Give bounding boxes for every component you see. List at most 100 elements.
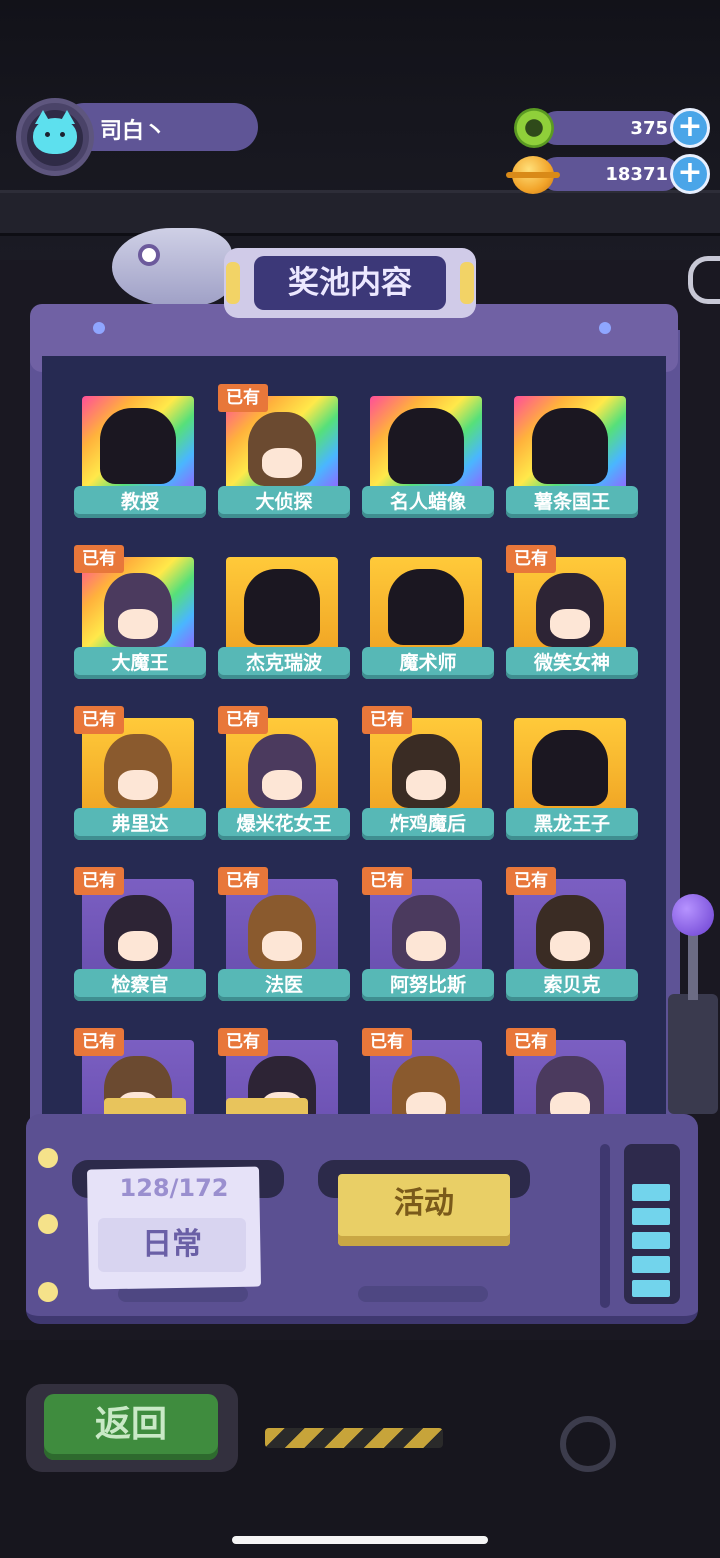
character-silhouette-icon xyxy=(388,408,464,484)
character-card[interactable]: 检察官 已有 xyxy=(72,849,206,1001)
character-card[interactable]: 爆米花女王 已有 xyxy=(216,688,350,840)
character-grid[interactable]: 教授 大侦探 已有 名人蜡像 薯条国王 大魔王 已有 杰克瑞波 魔术师 微笑女神 已有 弗里达 已有 爆米… xyxy=(42,356,666,1116)
owned-badge: 已有 xyxy=(74,545,124,573)
character-card[interactable]: 已有 xyxy=(504,1010,626,1116)
character-silhouette-icon xyxy=(388,569,464,645)
meter-bar xyxy=(632,1256,670,1273)
character-name: 阿努比斯 xyxy=(389,974,466,996)
character-portrait xyxy=(370,396,482,494)
hazard-stripe xyxy=(265,1428,443,1448)
character-name: 大魔王 xyxy=(111,652,169,674)
daily-collection-count: 128/172 xyxy=(119,1174,229,1202)
character-name: 杰克瑞波 xyxy=(245,652,322,674)
character-name: 微笑女神 xyxy=(533,652,610,674)
character-name: 索贝克 xyxy=(543,974,601,996)
background-shelf xyxy=(0,190,720,236)
currency-value-gold: 18371 xyxy=(605,164,668,185)
owned-badge: 已有 xyxy=(218,706,268,734)
character-card[interactable]: 教授 xyxy=(72,366,206,518)
character-portrait xyxy=(82,396,194,494)
add-green-currency-button[interactable]: + xyxy=(670,108,710,148)
character-card[interactable]: 阿努比斯 已有 xyxy=(360,849,494,1001)
tab-event[interactable]: 活动 xyxy=(338,1174,510,1246)
character-silhouette-icon xyxy=(100,408,176,484)
owned-badge: 已有 xyxy=(218,1028,268,1056)
character-card[interactable]: 微笑女神 已有 xyxy=(504,527,638,679)
character-face-icon xyxy=(392,734,460,808)
meter-bar xyxy=(632,1208,670,1225)
character-card[interactable]: 索贝克 已有 xyxy=(504,849,638,1001)
owned-badge: 已有 xyxy=(506,867,556,895)
character-face-icon xyxy=(248,412,316,486)
character-silhouette-icon xyxy=(532,730,608,806)
add-gold-currency-button[interactable]: + xyxy=(670,154,710,194)
fish-eye-icon xyxy=(138,244,160,266)
character-portrait xyxy=(370,557,482,655)
meter-bar xyxy=(632,1184,670,1201)
side-clip-icon[interactable] xyxy=(688,256,720,304)
character-name: 爆米花女王 xyxy=(236,813,332,835)
cat-avatar-icon xyxy=(33,110,77,154)
character-face-icon xyxy=(536,895,604,969)
meter-bar xyxy=(632,1280,670,1297)
character-face-icon xyxy=(248,895,316,969)
lever-handle[interactable] xyxy=(672,894,714,936)
character-face-icon xyxy=(104,734,172,808)
character-face-icon xyxy=(392,895,460,969)
character-name: 弗里达 xyxy=(111,813,169,835)
character-face-icon xyxy=(248,734,316,808)
character-face-icon xyxy=(392,1056,460,1116)
character-name: 薯条国王 xyxy=(533,491,610,513)
character-name: 炸鸡魔后 xyxy=(389,813,466,835)
owned-badge: 已有 xyxy=(74,1028,124,1056)
character-card[interactable]: 法医 已有 xyxy=(216,849,350,1001)
character-face-icon xyxy=(104,573,172,647)
character-card[interactable]: 魔术师 xyxy=(360,527,494,679)
character-card[interactable]: 炸鸡魔后 已有 xyxy=(360,688,494,840)
character-name: 大侦探 xyxy=(255,491,313,513)
owned-badge: 已有 xyxy=(218,867,268,895)
character-name: 教授 xyxy=(120,491,159,513)
character-face-icon xyxy=(536,1056,604,1116)
owned-badge: 已有 xyxy=(506,545,556,573)
rivet-icon xyxy=(599,322,611,334)
page-title: 奖池内容 xyxy=(254,256,446,310)
character-face-icon xyxy=(104,895,172,969)
character-card[interactable]: 弗里达 已有 xyxy=(72,688,206,840)
character-card[interactable]: 薯条国王 xyxy=(504,366,638,518)
character-portrait xyxy=(514,718,626,816)
owned-badge: 已有 xyxy=(74,706,124,734)
slot-line xyxy=(358,1286,488,1302)
home-indicator[interactable] xyxy=(232,1536,488,1544)
owned-badge: 已有 xyxy=(218,384,268,412)
gold-planet-coin-icon xyxy=(506,156,560,194)
bolt-icon xyxy=(38,1282,58,1302)
decorative-wheel xyxy=(560,1416,616,1472)
green-donut-coin-icon xyxy=(514,108,554,148)
character-card[interactable]: 名人蜡像 xyxy=(360,366,494,518)
character-card[interactable]: 大侦探 已有 xyxy=(216,366,350,518)
title-cap-left xyxy=(226,262,240,304)
owned-badge: 已有 xyxy=(362,706,412,734)
character-card[interactable]: 已有 xyxy=(360,1010,482,1116)
character-silhouette-icon xyxy=(532,408,608,484)
owned-badge: 已有 xyxy=(506,1028,556,1056)
owned-badge: 已有 xyxy=(362,867,412,895)
fish-decoration-icon xyxy=(112,228,232,306)
rivet-icon xyxy=(93,322,105,334)
bolt-icon xyxy=(38,1214,58,1234)
character-silhouette-icon xyxy=(244,569,320,645)
character-name: 检察官 xyxy=(111,974,169,996)
bolt-icon xyxy=(38,1148,58,1168)
character-card[interactable]: 大魔王 已有 xyxy=(72,527,206,679)
prize-pool-panel[interactable]: 教授 大侦探 已有 名人蜡像 薯条国王 大魔王 已有 杰克瑞波 魔术师 微笑女神 已有 弗里达 已有 爆米… xyxy=(42,356,666,1116)
character-card[interactable]: 黑龙王子 xyxy=(504,688,638,840)
tab-daily-label[interactable]: 日常 xyxy=(98,1218,246,1272)
user-name: 司白丶 xyxy=(100,119,167,144)
character-card[interactable]: 杰克瑞波 xyxy=(216,527,350,679)
character-name: 名人蜡像 xyxy=(389,491,466,513)
character-portrait xyxy=(226,557,338,655)
character-name: 魔术师 xyxy=(399,652,457,674)
back-button[interactable]: 返回 xyxy=(44,1394,218,1460)
owned-badge: 已有 xyxy=(362,1028,412,1056)
